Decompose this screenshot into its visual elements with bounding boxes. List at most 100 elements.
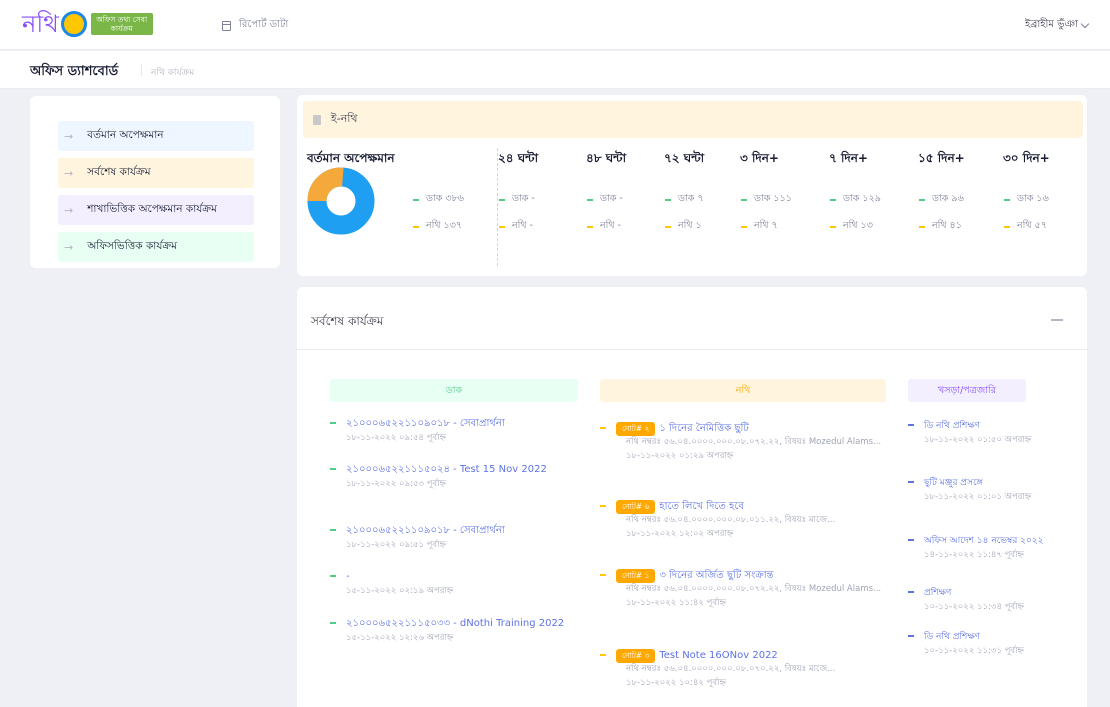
nothi-item[interactable]: নোট# ৬ হাতে লিখে দিতে হবে নথি নম্বরঃ ৫৬.০৪… [600,500,886,541]
nothi-bullet-icon [600,654,606,656]
period-title: ৭২ ঘন্টা [664,150,704,170]
current-dak-line: ডাক ৩৮৬ [413,192,464,207]
period-nothi-value: নথি ১ [678,220,702,231]
dak-legend-icon [499,198,505,201]
nav-item-label: শাখাভিত্তিক অপেক্ষমান কার্যক্রম [87,202,217,215]
period-title: ৪৮ ঘন্টা [586,150,626,170]
potro-item-title[interactable]: ছুটি মঞ্জুর প্রসঙ্গে [924,478,983,488]
dak-item-title[interactable]: ২১০০০৬৫২২১১১৫০২৪ - Test 15 Nov 2022 [346,464,547,475]
nothi-legend-icon [741,225,747,228]
nothi-item-desc: নথি নম্বরঃ ৫৬.০৪.০০০০.০০০.০৮.০৭০.২২, বিষ… [626,664,836,674]
collapse-icon[interactable] [1051,319,1063,321]
potro-item[interactable]: অফিস আদেশ ১৪ নভেম্বর ২০২২ ১৪-১১-২০২২ ১১:৪… [908,534,1048,562]
nothi-item-title[interactable]: Test Note 16ONov 2022 [659,650,777,661]
current-nothi-line: নথি ১৩৭ [413,219,462,234]
dak-item[interactable]: ২১০০০৬৫২২১১০৯০১৮ - সেবাপ্রার্থনা ১৮-১১-২০… [330,524,575,552]
app-logo[interactable]: নথি অফিস তথ্য সেবা কার্যক্রম [22,10,153,38]
enothi-header: ই-নথি [303,101,1083,138]
potro-item[interactable]: ছুটি মঞ্জুর প্রসঙ্গে ১৮-১১-২০২২ ০১:০১ অপর… [908,476,1048,504]
potro-bullet-icon [908,424,914,426]
period-dak-value: ডাক ৭ [678,193,704,204]
period-nothi-value: নথি - [600,220,621,231]
potro-item-time: ১০-১১-২০২২ ১১:৩১ পূর্বাহ্ন [924,646,1024,656]
nav-item-latest-activity[interactable]: → সর্বশেষ কার্যক্রম [58,158,254,188]
period-label: ২৪ ঘন্টা [498,151,539,165]
logo-badge: অফিস তথ্য সেবা কার্যক্রম [90,13,153,35]
nothi-item-title[interactable]: ৩ দিনের অর্জিত ছুটি সংক্রান্ত [659,570,773,581]
dashboard-nav: → বর্তমান অপেক্ষমান → সর্বশেষ কার্যক্রম … [30,96,280,268]
dak-legend-icon [413,198,419,201]
nothi-item-title[interactable]: হাতে লিখে দিতে হবে [659,501,744,512]
dak-item-title[interactable]: - [346,571,350,582]
dak-item[interactable]: ২১০০০৬৫২২১১১৫০২৪ - Test 15 Nov 2022 ১৮-১১… [330,463,575,491]
latest-activity-card: সর্বশেষ কার্যক্রম ডাক নথি খসড়া/পত্রজারি… [297,287,1087,707]
nothi-legend-icon [1004,225,1010,228]
potro-item[interactable]: ডি নথি প্রশিক্ষণ ১০-১১-২০২২ ১১:৩১ পূর্বাহ… [908,630,1048,658]
document-icon [313,114,321,125]
arrow-right-icon: → [64,240,74,254]
dak-item[interactable]: ২১০০০৬৫২২১১০৯০১৮ - সেবাপ্রার্থনা ১৮-১১-২০… [330,417,575,445]
potro-item-time: ১৪-১১-২০২২ ১১:৪৭ পূর্বাহ্ন [924,550,1024,560]
potro-item-time: ১৮-১১-২০২২ ০১:৫০ অপরাহ্ন [924,435,1032,445]
note-badge: নোট# ১ [616,569,656,583]
nothi-item-time: ১৮-১১-২০২২ ১১:৪২ পূর্বাহ্ন [626,598,726,608]
sub-header: অফিস ড্যাশবোর্ড নথি কার্যক্রম [0,51,1110,89]
nothi-item[interactable]: নোট# ২১ দিনের নৈমিত্তিক ছুটি নথি নম্বরঃ ৫… [600,422,886,463]
potro-item[interactable]: ডি নথি প্রশিক্ষণ ১৮-১১-২০২২ ০১:৫০ অপরাহ্ন [908,419,1048,447]
period-dak-line: ডাক ১১১ [741,192,792,207]
nothi-item-desc: নথি নম্বরঃ ৫৬.০৪.০০০০.০০০.০৮.০১১.২২, বিষ… [626,515,836,525]
potro-item-title[interactable]: অফিস আদেশ ১৪ নভেম্বর ২০২২ [924,536,1044,546]
nothi-item-desc: নথি নম্বরঃ ৫৬.০৪.০০০০.০০০.০৮.০৭২.২২, বিষ… [626,584,882,594]
potro-item-title[interactable]: ডি নথি প্রশিক্ষণ [924,632,980,642]
potro-item[interactable]: প্রশিক্ষণ ১০-১১-২০২২ ১১:৩৪ পূর্বাহ্ন [908,586,1048,614]
potro-item-title[interactable]: প্রশিক্ষণ [924,588,951,598]
note-badge: নোট# ৩ [616,649,656,663]
period-nothi-value: নথি ৭ [754,220,778,231]
dak-item-title[interactable]: ২১০০০৬৫২২১১১৫০৩৩ - dNothi Training 2022 [346,618,564,629]
nothi-item-desc: নথি নম্বরঃ ৫৬.০৪.০০০০.০০০.০৮.০৭২.২২, বিষ… [626,437,882,447]
dak-item-time: ১৫-১১-২০২২ ০২:১৯ অপরাহ্ন [346,586,454,596]
dak-legend-icon [741,198,747,201]
nav-item-current-pending[interactable]: → বর্তমান অপেক্ষমান [58,121,254,151]
dak-column-header: ডাক [330,379,578,402]
note-badge: নোট# ৬ [616,500,656,514]
arrow-right-icon: → [64,166,74,180]
period-dak-line: ডাক ৯৬ [919,192,964,207]
nothi-legend-icon [665,225,671,228]
period-title: ৩০ দিন+ [1003,150,1050,170]
dak-legend-icon [919,198,925,201]
nothi-bullet-icon [600,574,606,576]
chevron-down-icon [1080,19,1090,28]
nothi-column-header: নথি [600,379,886,402]
dak-legend-icon [665,198,671,201]
period-dak-line: ডাক - [499,192,535,207]
logo-text: নথি [22,10,59,38]
potro-item-title[interactable]: ডি নথি প্রশিক্ষণ [924,421,980,431]
period-dak-line: ডাক ৭ [665,192,704,207]
enothi-card: ই-নথি বর্তমান অপেক্ষমান ডাক ৩৮৬ নথি ১৩৭ … [297,95,1087,276]
user-menu[interactable]: ইব্রাহীম ভুঁঞা [1025,17,1090,34]
breadcrumb[interactable]: নথি কার্যক্রম [151,65,194,80]
nothi-item[interactable]: নোট# ৩ Test Note 16ONov 2022 নথি নম্বরঃ ৫৬… [600,649,886,690]
period-label: ৩ দিন+ [740,151,779,165]
period-label: ৭২ ঘন্টা [664,151,705,165]
dak-legend-icon [830,198,836,201]
dak-item[interactable]: - ১৫-১১-২০২২ ০২:১৯ অপরাহ্ন [330,570,575,598]
nothi-item-title[interactable]: ১ দিনের নৈমিত্তিক ছুটি [659,423,748,434]
dak-legend-icon [1004,198,1010,201]
period-nothi-line: নথি ১ [665,219,702,234]
dak-item-title[interactable]: ২১০০০৬৫২২১১০৯০১৮ - সেবাপ্রার্থনা [346,525,505,536]
current-dak-value: ডাক ৩৮৬ [426,193,464,204]
period-dak-line: ডাক ১৬ [1004,192,1049,207]
report-data-link[interactable]: রিপোর্ট ডাটা [222,17,288,34]
nothi-item[interactable]: নোট# ১৩ দিনের অর্জিত ছুটি সংক্রান্ত নথি ন… [600,569,886,610]
dak-item-title[interactable]: ২১০০০৬৫২২১১০৯০১৮ - সেবাপ্রার্থনা [346,418,505,429]
nav-item-branch-pending[interactable]: → শাখাভিত্তিক অপেক্ষমান কার্যক্রম [58,195,254,225]
nothi-bullet-icon [600,505,606,507]
period-nothi-line: নথি - [587,219,621,234]
dak-item[interactable]: ২১০০০৬৫২২১১১৫০৩৩ - dNothi Training 2022 ১… [330,617,575,645]
nav-item-label: সর্বশেষ কার্যক্রম [87,165,151,178]
nav-item-office-activity[interactable]: → অফিসভিত্তিক কার্যক্রম [58,232,254,262]
period-label: ৪৮ ঘন্টা [586,151,627,165]
period-dak-value: ডাক - [600,193,623,204]
